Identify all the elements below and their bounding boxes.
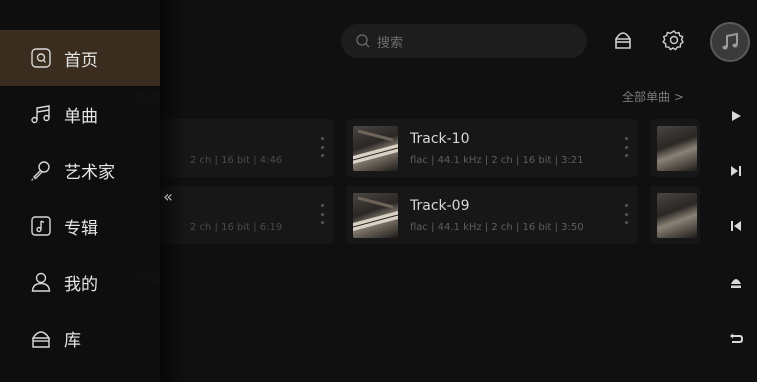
all-songs-link[interactable]: 全部单曲 >	[622, 88, 684, 105]
song-meta: flac | 44.1 kHz | 2 ch | 16 bit | 3:21	[410, 155, 584, 166]
collapse-drawer-button[interactable]: «	[160, 174, 176, 218]
avatar[interactable]	[710, 22, 750, 62]
back-icon[interactable]	[729, 332, 743, 346]
album-icon	[31, 216, 51, 236]
navigation-drawer: 首页 单曲 艺术家 专辑 我的 库	[0, 0, 160, 382]
nav-label: 艺术家	[64, 162, 115, 183]
nav-label: 单曲	[64, 106, 98, 127]
nav-item-home[interactable]: 首页	[0, 30, 160, 86]
user-icon	[31, 272, 51, 292]
song-meta: flac | 44.1 kHz | 2 ch | 16 bit | 3:50	[410, 222, 584, 233]
settings-icon[interactable]	[662, 28, 686, 52]
more-icon[interactable]	[320, 204, 324, 224]
nav-label: 我的	[64, 274, 98, 295]
more-icon[interactable]	[624, 204, 628, 224]
song-card-partial[interactable]	[650, 119, 700, 177]
music-note-avatar-icon	[722, 32, 738, 50]
nav-item-songs[interactable]: 单曲	[0, 86, 160, 142]
song-card[interactable]: Track-10 flac | 44.1 kHz | 2 ch | 16 bit…	[346, 119, 638, 177]
more-icon[interactable]	[320, 137, 324, 157]
music-note-icon	[31, 105, 50, 124]
song-card-partial[interactable]: 2 ch | 16 bit | 4:46	[160, 119, 334, 177]
previous-icon[interactable]	[729, 219, 743, 233]
library-icon	[31, 331, 51, 348]
album-art	[657, 126, 697, 171]
album-art	[657, 193, 697, 238]
next-icon[interactable]	[729, 164, 743, 178]
search-icon	[356, 34, 370, 48]
song-title: Track-09	[410, 198, 470, 214]
album-art	[353, 126, 398, 171]
microphone-icon	[31, 161, 50, 181]
app-window: 搜索 单曲 全部单曲 > 2 ch | 16 bit | 4:46 2 ch |…	[0, 0, 757, 382]
nav-label: 首页	[64, 50, 98, 71]
song-card-partial[interactable]	[650, 186, 700, 244]
search-placeholder: 搜索	[377, 35, 404, 51]
nav-item-artists[interactable]: 艺术家	[0, 142, 160, 198]
song-card-partial[interactable]: 2 ch | 16 bit | 6:19	[160, 186, 334, 244]
song-meta: 2 ch | 16 bit | 6:19	[190, 222, 283, 233]
search-input[interactable]: 搜索	[341, 24, 587, 58]
home-icon	[31, 48, 51, 68]
nav-item-mine[interactable]: 我的	[0, 254, 160, 310]
song-meta: 2 ch | 16 bit | 4:46	[190, 155, 283, 166]
nav-label: 库	[64, 330, 81, 351]
nav-item-albums[interactable]: 专辑	[0, 198, 160, 254]
eject-icon[interactable]	[729, 276, 743, 290]
play-icon[interactable]	[729, 109, 743, 123]
library-header-icon[interactable]	[611, 28, 635, 52]
song-title: Track-10	[410, 131, 470, 147]
nav-item-library[interactable]: 库	[0, 310, 160, 366]
nav-label: 专辑	[64, 218, 98, 239]
song-card[interactable]: Track-09 flac | 44.1 kHz | 2 ch | 16 bit…	[346, 186, 638, 244]
album-art	[353, 193, 398, 238]
more-icon[interactable]	[624, 137, 628, 157]
